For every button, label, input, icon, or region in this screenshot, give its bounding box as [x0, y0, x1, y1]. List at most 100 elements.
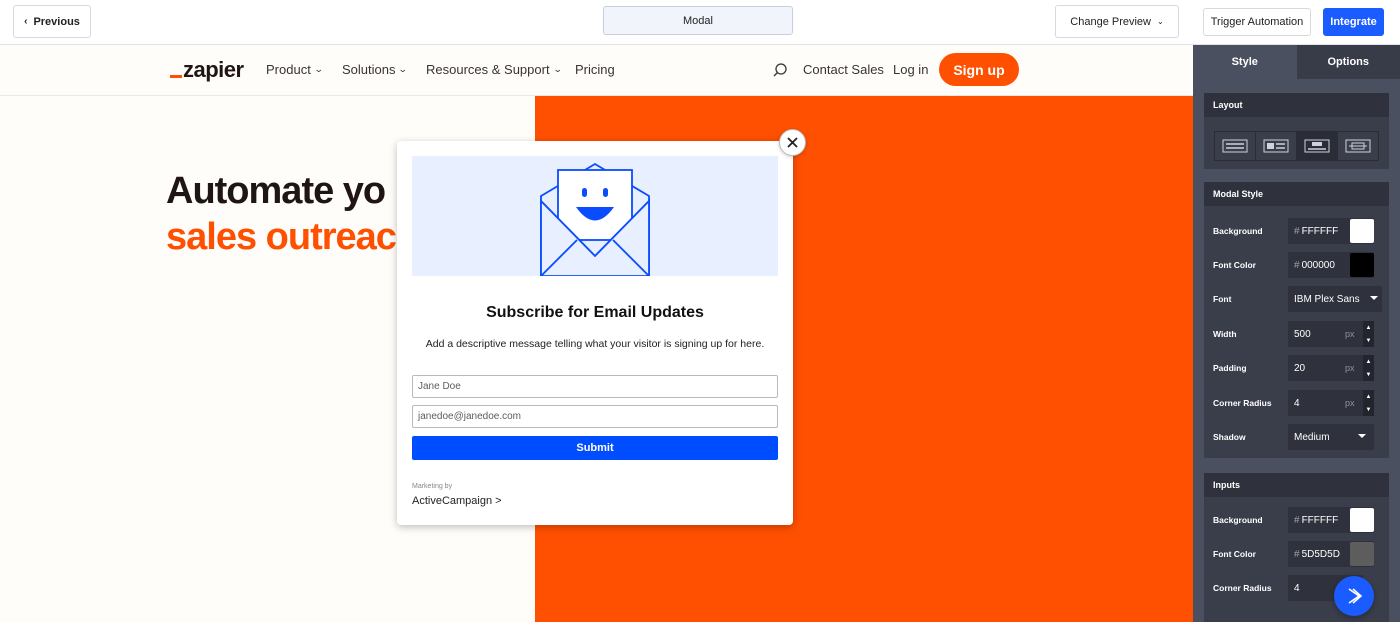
- name-input-value: Jane Doe: [418, 381, 461, 392]
- caret-up-icon: ▲: [1365, 358, 1372, 365]
- close-icon: [787, 137, 798, 148]
- nav-pricing-label: Pricing: [575, 62, 615, 77]
- previous-label: Previous: [33, 15, 80, 28]
- send-arrow-icon: [1348, 588, 1363, 604]
- previous-button[interactable]: ‹ Previous: [13, 5, 91, 38]
- modal-radius-label: Corner Radius: [1213, 398, 1272, 408]
- chevron-down-icon: ⌄: [313, 64, 324, 74]
- nav-product[interactable]: Product ⌄: [266, 62, 324, 77]
- modal-font-select[interactable]: IBM Plex Sans: [1288, 286, 1382, 312]
- layout-section: Layout: [1204, 93, 1389, 169]
- modal-padding-stepper[interactable]: ▲ ▼: [1363, 355, 1374, 381]
- modal-padding-unit: px: [1345, 363, 1355, 373]
- modal-title: Subscribe for Email Updates: [486, 304, 704, 321]
- caret-down-icon: ▼: [1365, 371, 1372, 378]
- signup-label: Sign up: [953, 61, 1005, 78]
- layout-text-only-icon: [1222, 139, 1248, 153]
- inputs-font-color-swatch[interactable]: [1350, 542, 1374, 566]
- email-input[interactable]: janedoe@janedoe.com: [412, 405, 778, 428]
- modal-padding-label: Padding: [1213, 363, 1247, 373]
- modal-style-section: Modal Style Background # FFFFFF Font Col…: [1204, 182, 1389, 458]
- site-navbar: zapier Product ⌄ Solutions ⌄ Resources &…: [0, 45, 1193, 96]
- modal-radius-value: 4: [1294, 397, 1300, 409]
- login-link[interactable]: Log in: [893, 62, 928, 77]
- modal-background-swatch[interactable]: [1350, 219, 1374, 243]
- chevron-down-icon: ⌄: [552, 64, 563, 74]
- inputs-font-color-value: 5D5D5D: [1301, 548, 1340, 560]
- inputs-background-swatch[interactable]: [1350, 508, 1374, 532]
- change-preview-button[interactable]: Change Preview ⌄: [1055, 5, 1179, 38]
- nav-solutions[interactable]: Solutions ⌄: [342, 62, 408, 77]
- modal-width-unit: px: [1345, 329, 1355, 339]
- nav-pricing[interactable]: Pricing: [575, 62, 615, 77]
- subscribe-modal: Subscribe for Email Updates Add a descri…: [397, 141, 793, 525]
- layout-options: [1214, 131, 1379, 161]
- modal-font-color-swatch[interactable]: [1350, 253, 1374, 277]
- modal-width-row: Width 500 px ▲ ▼: [1204, 321, 1389, 347]
- modal-radius-unit: px: [1345, 398, 1355, 408]
- activecampaign-logo[interactable]: ActiveCampaign >: [412, 495, 502, 507]
- name-input[interactable]: Jane Doe: [412, 375, 778, 398]
- tab-options-label: Options: [1327, 56, 1370, 68]
- modal-shadow-value: Medium: [1294, 431, 1330, 443]
- modal-background-row: Background # FFFFFF: [1204, 218, 1389, 244]
- nav-solutions-label: Solutions: [342, 62, 396, 77]
- inputs-radius-label: Corner Radius: [1213, 583, 1272, 593]
- marketing-by-label: Marketing by: [412, 483, 453, 490]
- modal-shadow-row: Shadow Medium: [1204, 424, 1389, 450]
- tab-options[interactable]: Options: [1296, 45, 1400, 79]
- modal-width-label: Width: [1213, 329, 1237, 339]
- layout-image-left-icon: [1263, 139, 1289, 153]
- login-label: Log in: [893, 62, 929, 77]
- nav-resources[interactable]: Resources & Support ⌄: [426, 62, 563, 77]
- submit-button[interactable]: Submit: [412, 436, 778, 460]
- logo-dash: [170, 75, 182, 78]
- contact-sales-link[interactable]: Contact Sales: [803, 62, 884, 77]
- chevron-down-icon: ⌄: [1157, 17, 1164, 26]
- caret-up-icon: ▲: [1365, 393, 1372, 400]
- modal-font-row: Font IBM Plex Sans: [1204, 286, 1389, 312]
- modal-radius-stepper[interactable]: ▲ ▼: [1363, 390, 1374, 416]
- inputs-section-title: Inputs: [1204, 473, 1389, 497]
- inputs-font-color-label: Font Color: [1213, 549, 1256, 559]
- hash-prefix: #: [1294, 259, 1300, 271]
- layout-image-center-icon: [1345, 139, 1371, 153]
- modal-width-stepper[interactable]: ▲ ▼: [1363, 321, 1374, 347]
- modal-description: Add a descriptive message telling what y…: [425, 338, 765, 350]
- trigger-label: Trigger Automation: [1210, 16, 1304, 28]
- layout-option-3[interactable]: [1297, 132, 1338, 160]
- modal-close-button[interactable]: [779, 129, 806, 156]
- modal-font-value: IBM Plex Sans: [1294, 293, 1360, 305]
- help-chat-button[interactable]: [1334, 576, 1374, 616]
- layout-option-2[interactable]: [1256, 132, 1297, 160]
- inputs-font-color-row: Font Color # 5D5D5D: [1204, 541, 1389, 567]
- search-icon[interactable]: [772, 62, 788, 83]
- integrate-button[interactable]: Integrate: [1323, 8, 1384, 36]
- modal-shadow-select[interactable]: Medium: [1288, 424, 1374, 450]
- tab-style[interactable]: Style: [1193, 45, 1297, 79]
- change-preview-label: Change Preview: [1070, 15, 1151, 28]
- trigger-automation-button[interactable]: Trigger Automation: [1203, 8, 1311, 36]
- modal-type-tab[interactable]: Modal: [603, 6, 793, 35]
- modal-background-value: FFFFFF: [1301, 225, 1339, 237]
- style-panel: Style Options Layout Modal Style Backgro…: [1193, 45, 1400, 622]
- signup-button[interactable]: Sign up: [939, 53, 1019, 86]
- modal-padding-row: Padding 20 px ▲ ▼: [1204, 355, 1389, 381]
- caret-down-icon: ▼: [1365, 337, 1372, 344]
- inputs-background-row: Background # FFFFFF: [1204, 507, 1389, 533]
- hash-prefix: #: [1294, 514, 1300, 526]
- nav-resources-label: Resources & Support: [426, 62, 550, 77]
- hero-heading-line2: sales outreac: [166, 216, 397, 258]
- caret-down-icon: [1358, 434, 1366, 438]
- submit-label: Submit: [576, 442, 614, 454]
- nav-product-label: Product: [266, 62, 311, 77]
- layout-option-1[interactable]: [1215, 132, 1256, 160]
- editor-toolbar: ‹ Previous Modal Change Preview ⌄ Trigge…: [0, 0, 1400, 45]
- integrate-label: Integrate: [1330, 16, 1377, 28]
- caret-down-icon: [1370, 296, 1378, 300]
- layout-option-4[interactable]: [1338, 132, 1378, 160]
- hash-prefix: #: [1294, 548, 1300, 560]
- zapier-logo[interactable]: zapier: [170, 57, 244, 83]
- modal-width-value: 500: [1294, 328, 1311, 340]
- modal-font-color-row: Font Color # 000000: [1204, 252, 1389, 278]
